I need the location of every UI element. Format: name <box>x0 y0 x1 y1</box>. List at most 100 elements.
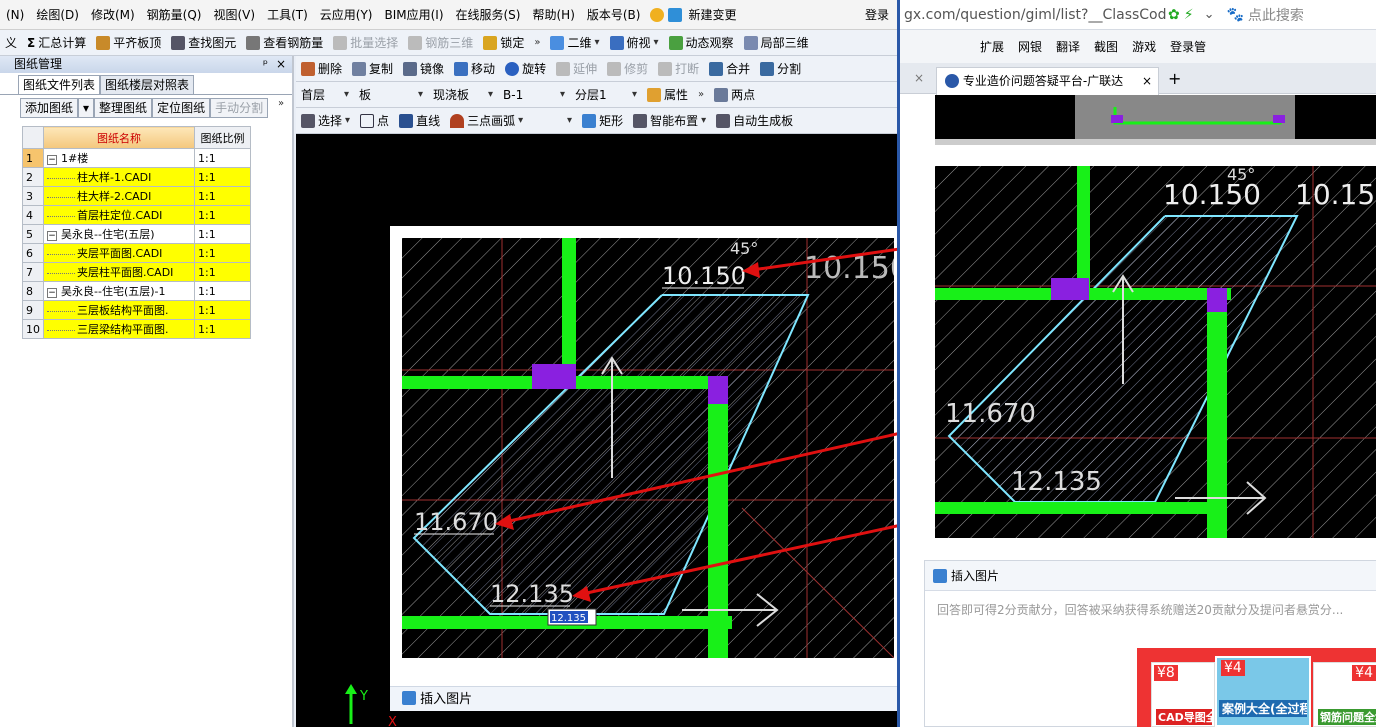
drawing-scale-cell[interactable]: 1:1 <box>194 205 251 225</box>
drawing-scale-cell[interactable]: 1:1 <box>194 186 251 206</box>
table-row[interactable]: 7 夹层柱平面图.CADI 1:1 <box>22 262 251 282</box>
type-select[interactable]: 板 ▾ <box>354 82 428 107</box>
new-tab-button[interactable]: + <box>1168 69 1181 88</box>
table-row[interactable]: 5− 吴永良--住宅(五层) 1:1 <box>22 224 251 244</box>
menu-item-draw[interactable]: 绘图(D) <box>30 0 85 29</box>
add-drawing-button[interactable]: 添加图纸 <box>20 98 79 118</box>
auto-generate-slab-button[interactable]: 自动生成板 <box>711 108 798 133</box>
view-rebar-button[interactable]: 查看钢筋量 <box>241 30 328 55</box>
panel-overflow-chevron[interactable]: » <box>278 98 284 109</box>
close-icon[interactable]: × <box>276 56 286 73</box>
dropdown-icon[interactable]: ⌄ <box>1204 7 1215 22</box>
mirror-button[interactable]: 镜像 <box>398 56 449 81</box>
rotate-button[interactable]: 旋转 <box>500 56 551 81</box>
toolbar-item-partial[interactable]: 义 <box>0 30 22 55</box>
extensions-button[interactable]: 扩展 <box>980 38 1004 55</box>
row-number[interactable]: 8 <box>22 281 44 301</box>
row-number[interactable]: 1 <box>22 148 44 168</box>
batch-select-button[interactable]: 批量选择 <box>328 30 403 55</box>
tab-close-icon[interactable]: × <box>1142 68 1152 94</box>
row-number[interactable]: 7 <box>22 262 44 282</box>
row-number[interactable]: 10 <box>22 319 44 339</box>
promo-card-cases[interactable]: ¥4 案例大全(全过程) <box>1215 656 1311 727</box>
elevation-input-value[interactable]: 12.135 <box>551 613 586 624</box>
drawing-scale-cell[interactable]: 1:1 <box>194 262 251 282</box>
row-number[interactable]: 6 <box>22 243 44 263</box>
point-button[interactable]: 点 <box>355 108 394 133</box>
toolbar-overflow-chevron[interactable]: » <box>693 82 709 107</box>
menu-item-help[interactable]: 帮助(H) <box>526 0 580 29</box>
table-row[interactable]: 10 三层梁结构平面图. 1:1 <box>22 319 251 339</box>
menu-item-tools[interactable]: 工具(T) <box>261 0 314 29</box>
find-element-button[interactable]: 查找图元 <box>166 30 241 55</box>
drawing-name-cell[interactable]: 夹层平面图.CADI <box>43 243 195 263</box>
top-view-dropdown[interactable]: 俯视 ▾ <box>605 30 664 55</box>
column-header-scale[interactable]: 图纸比例 <box>194 126 251 149</box>
search-input[interactable]: 点此搜索 <box>1248 5 1304 25</box>
extend-button[interactable]: 延伸 <box>551 56 602 81</box>
row-number[interactable]: 5 <box>22 224 44 244</box>
menu-item-modify[interactable]: 修改(M) <box>85 0 141 29</box>
drawing-scale-cell[interactable]: 1:1 <box>194 224 251 244</box>
drawing-name-cell[interactable]: 夹层柱平面图.CADI <box>43 262 195 282</box>
dynamic-observe-button[interactable]: 动态观察 <box>664 30 739 55</box>
drawing-name-cell[interactable]: −1#楼 <box>43 148 195 168</box>
layer-select[interactable]: 分层1 ▾ <box>570 82 642 107</box>
close-icon[interactable]: × <box>914 71 924 85</box>
collapse-icon[interactable]: − <box>47 288 57 298</box>
drawing-scale-cell[interactable]: 1:1 <box>194 300 251 320</box>
promo-banner[interactable]: ¥8 CAD导图全解 ¥4 案例大全(全过程) ¥4 钢筋问题全集 <box>1137 648 1376 727</box>
address-url[interactable]: gx.com/question/giml/list?__ClassCode=- <box>904 7 1166 23</box>
collapse-icon[interactable]: − <box>47 231 57 241</box>
promo-card-cad[interactable]: ¥8 CAD导图全解 <box>1151 662 1215 727</box>
drawing-scale-cell[interactable]: 1:1 <box>194 281 251 301</box>
bank-button[interactable]: 网银 <box>1018 38 1042 55</box>
subtype-select[interactable]: 现浇板 ▾ <box>428 82 498 107</box>
lock-button[interactable]: 锁定 <box>478 30 529 55</box>
row-number[interactable]: 4 <box>22 205 44 225</box>
table-row[interactable]: 8− 吴永良--住宅(五层)-1 1:1 <box>22 281 251 301</box>
drawing-scale-cell[interactable]: 1:1 <box>194 167 251 187</box>
insert-image-button[interactable]: 插入图片 <box>951 569 999 583</box>
menu-item-cloud[interactable]: 云应用(Y) <box>314 0 379 29</box>
trim-button[interactable]: 修剪 <box>602 56 653 81</box>
insert-image-bar[interactable]: 插入图片 <box>390 686 897 711</box>
new-change-button[interactable]: 新建变更 <box>682 0 742 29</box>
local-3d-button[interactable]: 局部三维 <box>739 30 814 55</box>
menu-item-bim[interactable]: BIM应用(I) <box>378 0 449 29</box>
rectangle-button[interactable]: 矩形 <box>577 108 628 133</box>
smart-layout-button[interactable]: 智能布置 ▾ <box>628 108 711 133</box>
tab-drawing-file-list[interactable]: 图纸文件列表 <box>18 75 101 94</box>
toolbar-overflow-chevron[interactable]: » <box>529 30 545 55</box>
drawing-name-cell[interactable]: 柱大样-1.CADI <box>43 167 195 187</box>
drawing-scale-cell[interactable]: 1:1 <box>194 319 251 339</box>
properties-button[interactable]: 属性 <box>642 82 693 107</box>
move-button[interactable]: 移动 <box>449 56 500 81</box>
drawing-scale-cell[interactable]: 1:1 <box>194 148 251 168</box>
drawing-name-cell[interactable]: 三层板结构平面图. <box>43 300 195 320</box>
drawing-name-cell[interactable]: 首层柱定位.CADI <box>43 205 195 225</box>
summary-calc-button[interactable]: Σ 汇总计算 <box>22 30 91 55</box>
table-row[interactable]: 2 柱大样-1.CADI 1:1 <box>22 167 251 187</box>
menu-item-rebar-quantity[interactable]: 钢筋量(Q) <box>141 0 208 29</box>
drawing-name-cell[interactable]: − 吴永良--住宅(五层) <box>43 224 195 244</box>
table-row[interactable]: 3 柱大样-2.CADI 1:1 <box>22 186 251 206</box>
delete-button[interactable]: 删除 <box>296 56 347 81</box>
search-engine-icon[interactable]: 🐾 <box>1226 7 1243 23</box>
drawing-name-cell[interactable]: − 吴永良--住宅(五层)-1 <box>43 281 195 301</box>
pin-icon[interactable]: ᵖ <box>263 56 268 73</box>
floor-select[interactable]: 首层 ▾ <box>296 82 354 107</box>
screenshot-button[interactable]: 截图 <box>1094 38 1118 55</box>
split-button[interactable]: 分割 <box>755 56 806 81</box>
drawing-name-cell[interactable]: 柱大样-2.CADI <box>43 186 195 206</box>
promo-card-rebar[interactable]: ¥4 钢筋问题全集 <box>1313 662 1376 727</box>
column-header-name[interactable]: 图纸名称 <box>43 126 195 149</box>
line-button[interactable]: 直线 <box>394 108 445 133</box>
table-row[interactable]: 9 三层板结构平面图. 1:1 <box>22 300 251 320</box>
organize-drawing-button[interactable]: 整理图纸 <box>94 98 153 118</box>
copy-button[interactable]: 复制 <box>347 56 398 81</box>
rebar-3d-button[interactable]: 钢筋三维 <box>403 30 478 55</box>
view-2d-dropdown[interactable]: 二维 ▾ <box>545 30 604 55</box>
three-point-arc-button[interactable]: 三点画弧 ▾ ▾ <box>445 108 577 133</box>
menu-item-edit-partial[interactable]: (N) <box>0 0 30 29</box>
